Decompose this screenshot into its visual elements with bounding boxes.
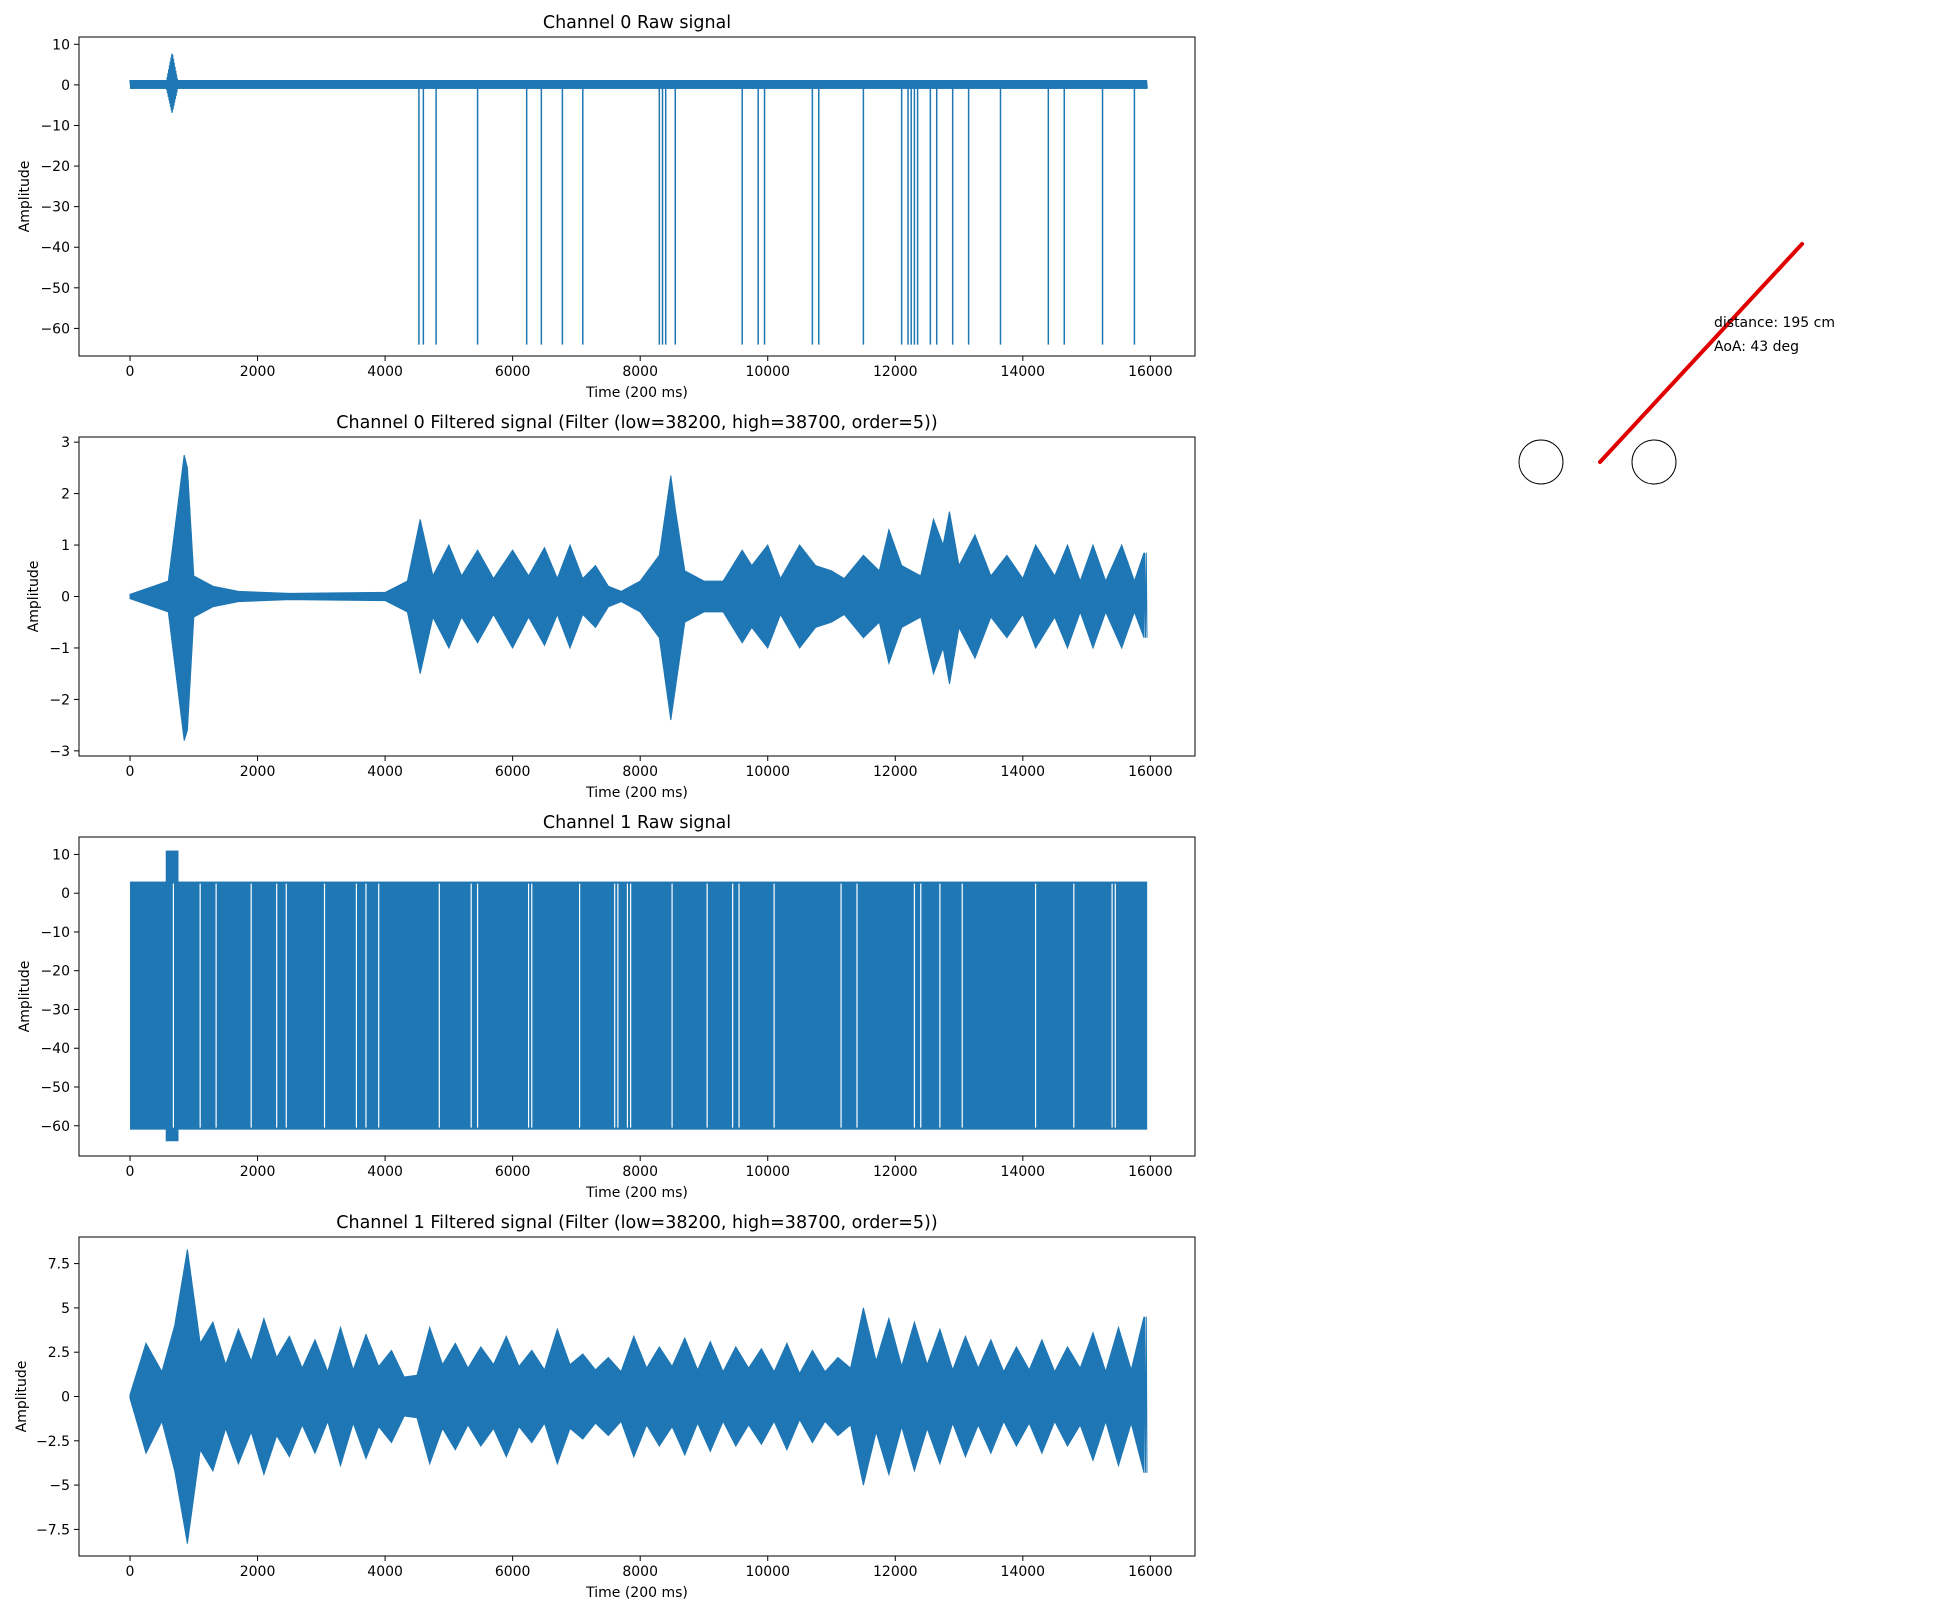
- y-tick-label: −2.5: [36, 1434, 70, 1450]
- signal-band: [130, 881, 1148, 1130]
- left-microphone-icon: [1518, 439, 1564, 485]
- x-tick-label: 0: [126, 1164, 135, 1180]
- x-tick-label: 0: [126, 1564, 135, 1580]
- x-tick-label: 6000: [495, 1164, 531, 1180]
- y-axis-label: Amplitude: [17, 161, 33, 233]
- x-tick-label: 2000: [240, 364, 276, 380]
- x-tick-label: 2000: [240, 1564, 276, 1580]
- y-tick-label: −40: [40, 240, 70, 256]
- x-tick-label: 8000: [622, 1164, 658, 1180]
- signal-baseline-fill: [130, 80, 1148, 89]
- y-tick-label: −60: [40, 321, 70, 337]
- chart-title: Channel 1 Raw signal: [543, 813, 731, 833]
- x-tick-label: 14000: [1001, 364, 1046, 380]
- channel-0-filtered-plot: 0 2000 4000 6000 8000 10000 12000 14000 16000 3 2 1…: [26, 413, 1196, 801]
- x-tick-label: 8000: [622, 1564, 658, 1580]
- y-tick-label: −20: [40, 964, 70, 980]
- chart-title: Channel 0 Raw signal: [543, 13, 731, 33]
- y-tick-label: −60: [40, 1119, 70, 1135]
- chart-title: Channel 1 Filtered signal (Filter (low=3…: [336, 1213, 937, 1233]
- x-tick-label: 6000: [495, 764, 531, 780]
- y-tick-label: 0: [61, 78, 70, 94]
- x-tick-label: 10000: [745, 764, 790, 780]
- x-tick-label: 8000: [622, 764, 658, 780]
- y-tick-label: −30: [40, 1002, 70, 1018]
- y-axis-label: Amplitude: [17, 961, 33, 1033]
- x-tick-label: 12000: [873, 1564, 918, 1580]
- plot-data-area: [130, 850, 1148, 1142]
- x-axis-label: Time (200 ms): [585, 1585, 688, 1600]
- distance-readout: distance: 195 cm: [1714, 315, 1835, 331]
- x-tick-label: 12000: [873, 1164, 918, 1180]
- x-tick-label: 8000: [622, 364, 658, 380]
- channel-1-raw-plot: 0 2000 4000 6000 8000 10000 12000 14000 16000 10 0…: [17, 813, 1196, 1201]
- y-tick-label: −50: [40, 281, 70, 297]
- x-tick-label: 16000: [1128, 1564, 1173, 1580]
- y-tick-label: −10: [40, 118, 70, 134]
- x-tick-label: 0: [126, 364, 135, 380]
- x-tick-label: 14000: [1001, 1164, 1046, 1180]
- y-tick-label: 2: [61, 487, 70, 503]
- channel-0-raw-plot: 0 2000 4000 6000 8000 10000 12000 14000 16000 10 0…: [17, 13, 1196, 401]
- x-tick-label: 2000: [240, 764, 276, 780]
- y-tick-label: −7.5: [36, 1522, 70, 1538]
- aoa-panel: distance: 195 cm AoA: 43 deg: [1518, 242, 1835, 485]
- x-tick-label: 10000: [745, 364, 790, 380]
- x-tick-label: 12000: [873, 764, 918, 780]
- x-tick-label: 6000: [495, 364, 531, 380]
- y-tick-label: −1: [49, 641, 70, 657]
- signal-trace: [129, 458, 1148, 741]
- x-tick-label: 14000: [1001, 1564, 1046, 1580]
- x-tick-label: 2000: [240, 1164, 276, 1180]
- y-tick-label: 0: [61, 590, 70, 606]
- y-tick-label: 10: [52, 847, 70, 863]
- y-tick-label: −2: [49, 692, 70, 708]
- x-tick-label: 16000: [1128, 364, 1173, 380]
- y-tick-label: −20: [40, 159, 70, 175]
- signal-burst: [165, 850, 179, 1142]
- signal-burst: [164, 53, 180, 113]
- x-axis-label: Time (200 ms): [585, 385, 688, 401]
- y-tick-label: 5: [61, 1301, 70, 1317]
- channel-1-filtered-plot: 0 2000 4000 6000 8000 10000 12000 14000 16000 7.5…: [14, 1213, 1196, 1600]
- chart-title: Channel 0 Filtered signal (Filter (low=3…: [336, 413, 937, 433]
- y-tick-label: −10: [40, 925, 70, 941]
- y-axis-label: Amplitude: [14, 1361, 30, 1433]
- x-tick-label: 4000: [367, 364, 403, 380]
- x-axis-label: Time (200 ms): [585, 1185, 688, 1201]
- y-tick-label: 10: [52, 37, 70, 53]
- y-tick-label: −5: [49, 1478, 70, 1494]
- plot-data-area: [129, 454, 1148, 741]
- plot-data-area: [129, 1249, 1148, 1544]
- y-tick-label: −40: [40, 1041, 70, 1057]
- y-tick-label: −50: [40, 1080, 70, 1096]
- figure: 0 2000 4000 6000 8000 10000 12000 14000 16000100…: [14, 13, 1835, 1600]
- x-tick-label: 12000: [873, 364, 918, 380]
- y-axis-label: Amplitude: [26, 561, 42, 633]
- x-tick-label: 10000: [745, 1164, 790, 1180]
- x-tick-label: 14000: [1001, 764, 1046, 780]
- x-tick-label: 0: [126, 764, 135, 780]
- x-tick-label: 16000: [1128, 764, 1173, 780]
- y-tick-label: 0: [61, 1390, 70, 1406]
- y-tick-label: 1: [61, 538, 70, 554]
- signal-trace: [129, 1253, 1148, 1544]
- x-tick-label: 16000: [1128, 1164, 1173, 1180]
- y-tick-label: 0: [61, 886, 70, 902]
- y-tick-label: −3: [49, 744, 70, 760]
- aoa-readout: AoA: 43 deg: [1714, 339, 1799, 355]
- y-tick-label: 2.5: [48, 1345, 70, 1361]
- x-tick-label: 10000: [745, 1564, 790, 1580]
- x-tick-label: 4000: [367, 764, 403, 780]
- x-axis-label: Time (200 ms): [585, 785, 688, 801]
- plot-data-area: [129, 53, 1148, 345]
- y-tick-label: −30: [40, 200, 70, 216]
- y-tick-label: 7.5: [48, 1257, 70, 1273]
- x-tick-label: 6000: [495, 1564, 531, 1580]
- right-microphone-icon: [1631, 439, 1677, 485]
- x-tick-label: 4000: [367, 1164, 403, 1180]
- x-tick-label: 4000: [367, 1564, 403, 1580]
- y-tick-label: 3: [61, 435, 70, 451]
